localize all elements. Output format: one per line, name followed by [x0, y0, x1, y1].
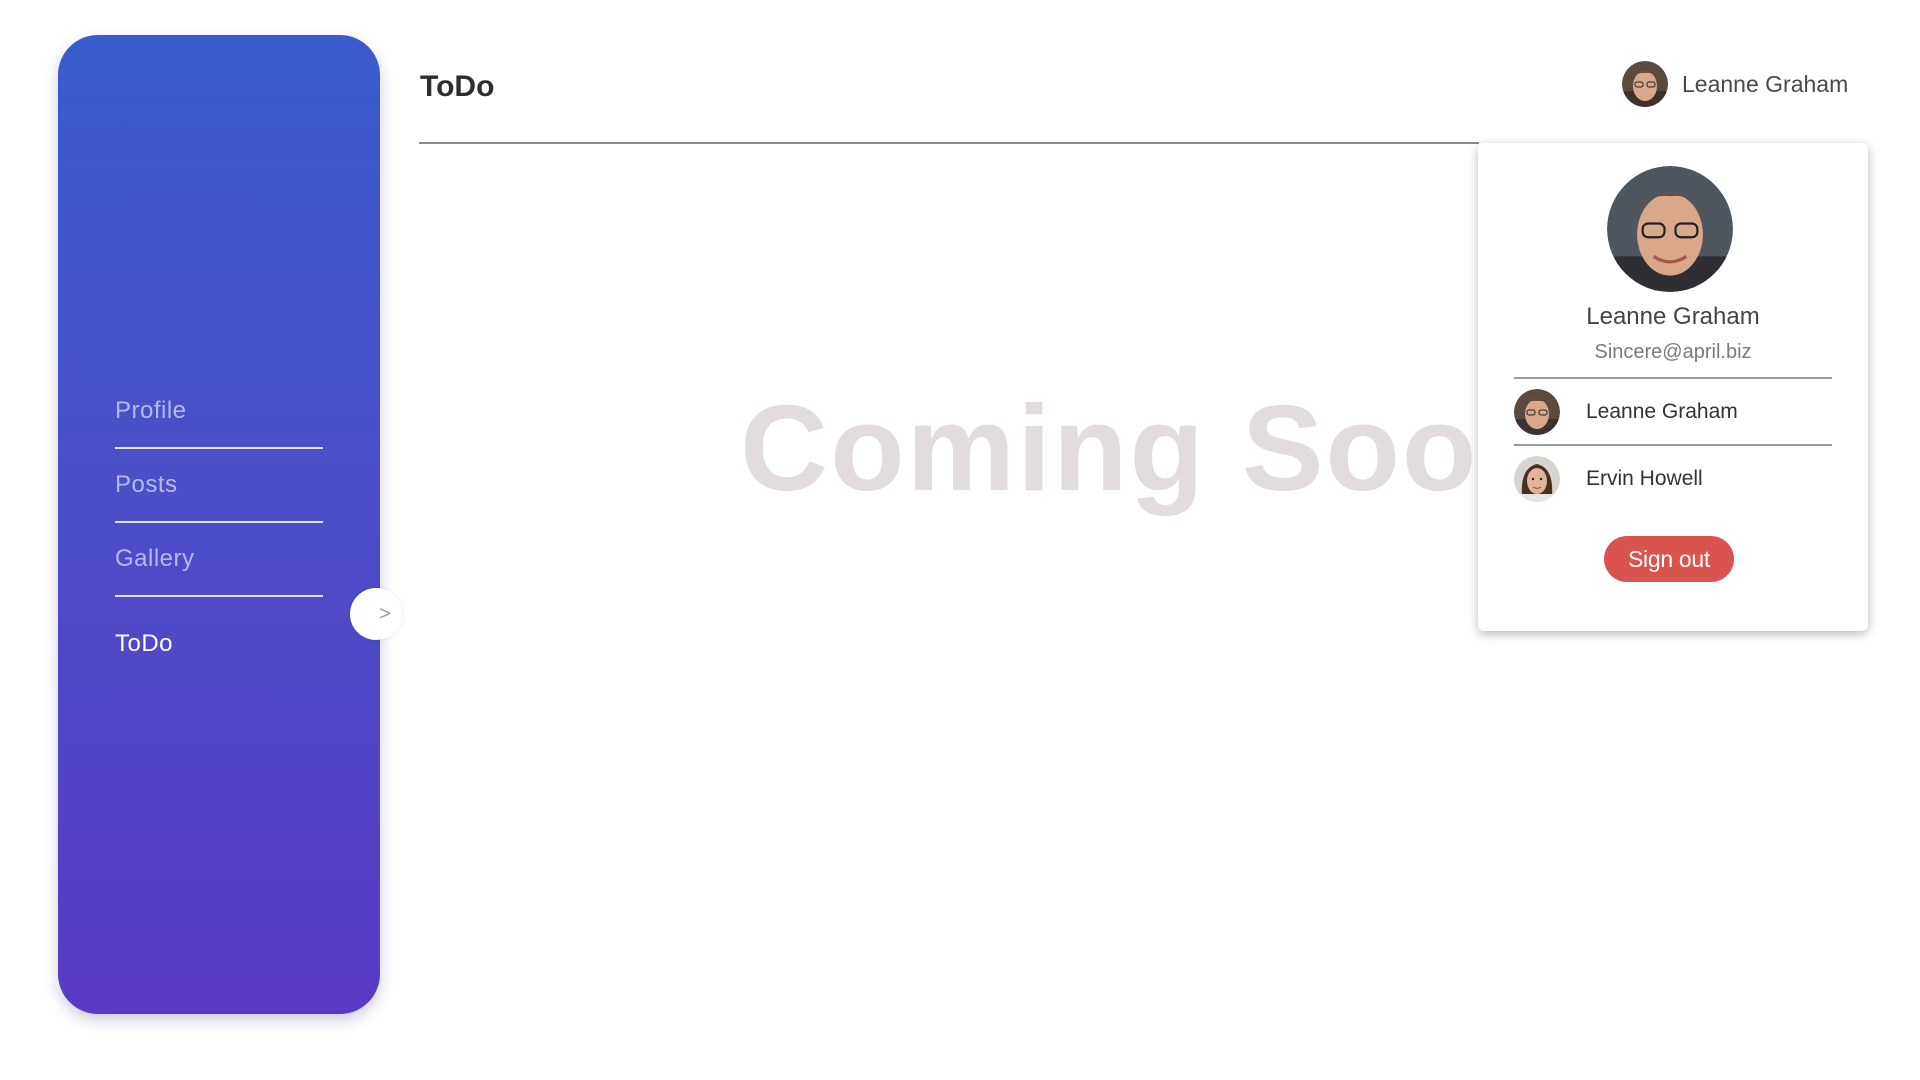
sidebar-collapse-button[interactable]: >	[350, 588, 402, 640]
coming-soon-text: Coming Soon	[740, 380, 1555, 516]
account-item-ervin-howell[interactable]: Ervin Howell	[1514, 449, 1832, 509]
account-item-leanne-graham[interactable]: Leanne Graham	[1514, 382, 1832, 442]
avatar	[1622, 61, 1668, 107]
avatar	[1514, 456, 1560, 502]
sidebar-item-label: Posts	[115, 471, 178, 498]
avatar	[1607, 166, 1733, 292]
header-user-name: Leanne Graham	[1682, 70, 1849, 97]
sidebar-item-profile[interactable]: Profile	[115, 375, 323, 449]
sidebar-item-gallery[interactable]: Gallery	[115, 523, 323, 597]
sidebar-item-posts[interactable]: Posts	[115, 449, 323, 523]
divider	[1514, 444, 1832, 446]
sidebar: Profile Posts Gallery ToDo	[58, 35, 380, 1014]
divider	[1514, 377, 1832, 379]
account-name: Leanne Graham	[1586, 400, 1738, 423]
sidebar-item-todo[interactable]: ToDo	[115, 607, 323, 681]
page-title: ToDo	[420, 70, 495, 103]
sign-out-button[interactable]: Sign out	[1604, 536, 1734, 582]
dropdown-avatar-wrap	[1607, 166, 1733, 292]
chevron-right-icon: >	[379, 602, 391, 625]
user-dropdown: Leanne Graham Sincere@april.biz Leanne G…	[1478, 143, 1868, 631]
dropdown-user-email: Sincere@april.biz	[1594, 341, 1752, 363]
user-menu-trigger[interactable]: Leanne Graham	[1622, 61, 1848, 107]
account-name: Ervin Howell	[1586, 467, 1703, 490]
sidebar-item-label: Gallery	[115, 545, 195, 572]
avatar	[1514, 389, 1560, 435]
sidebar-nav: Profile Posts Gallery ToDo	[115, 375, 323, 681]
sidebar-item-label: Profile	[115, 397, 187, 424]
sidebar-item-label: ToDo	[115, 630, 174, 657]
dropdown-user-name: Leanne Graham	[1586, 303, 1760, 330]
header-divider	[419, 142, 1479, 144]
